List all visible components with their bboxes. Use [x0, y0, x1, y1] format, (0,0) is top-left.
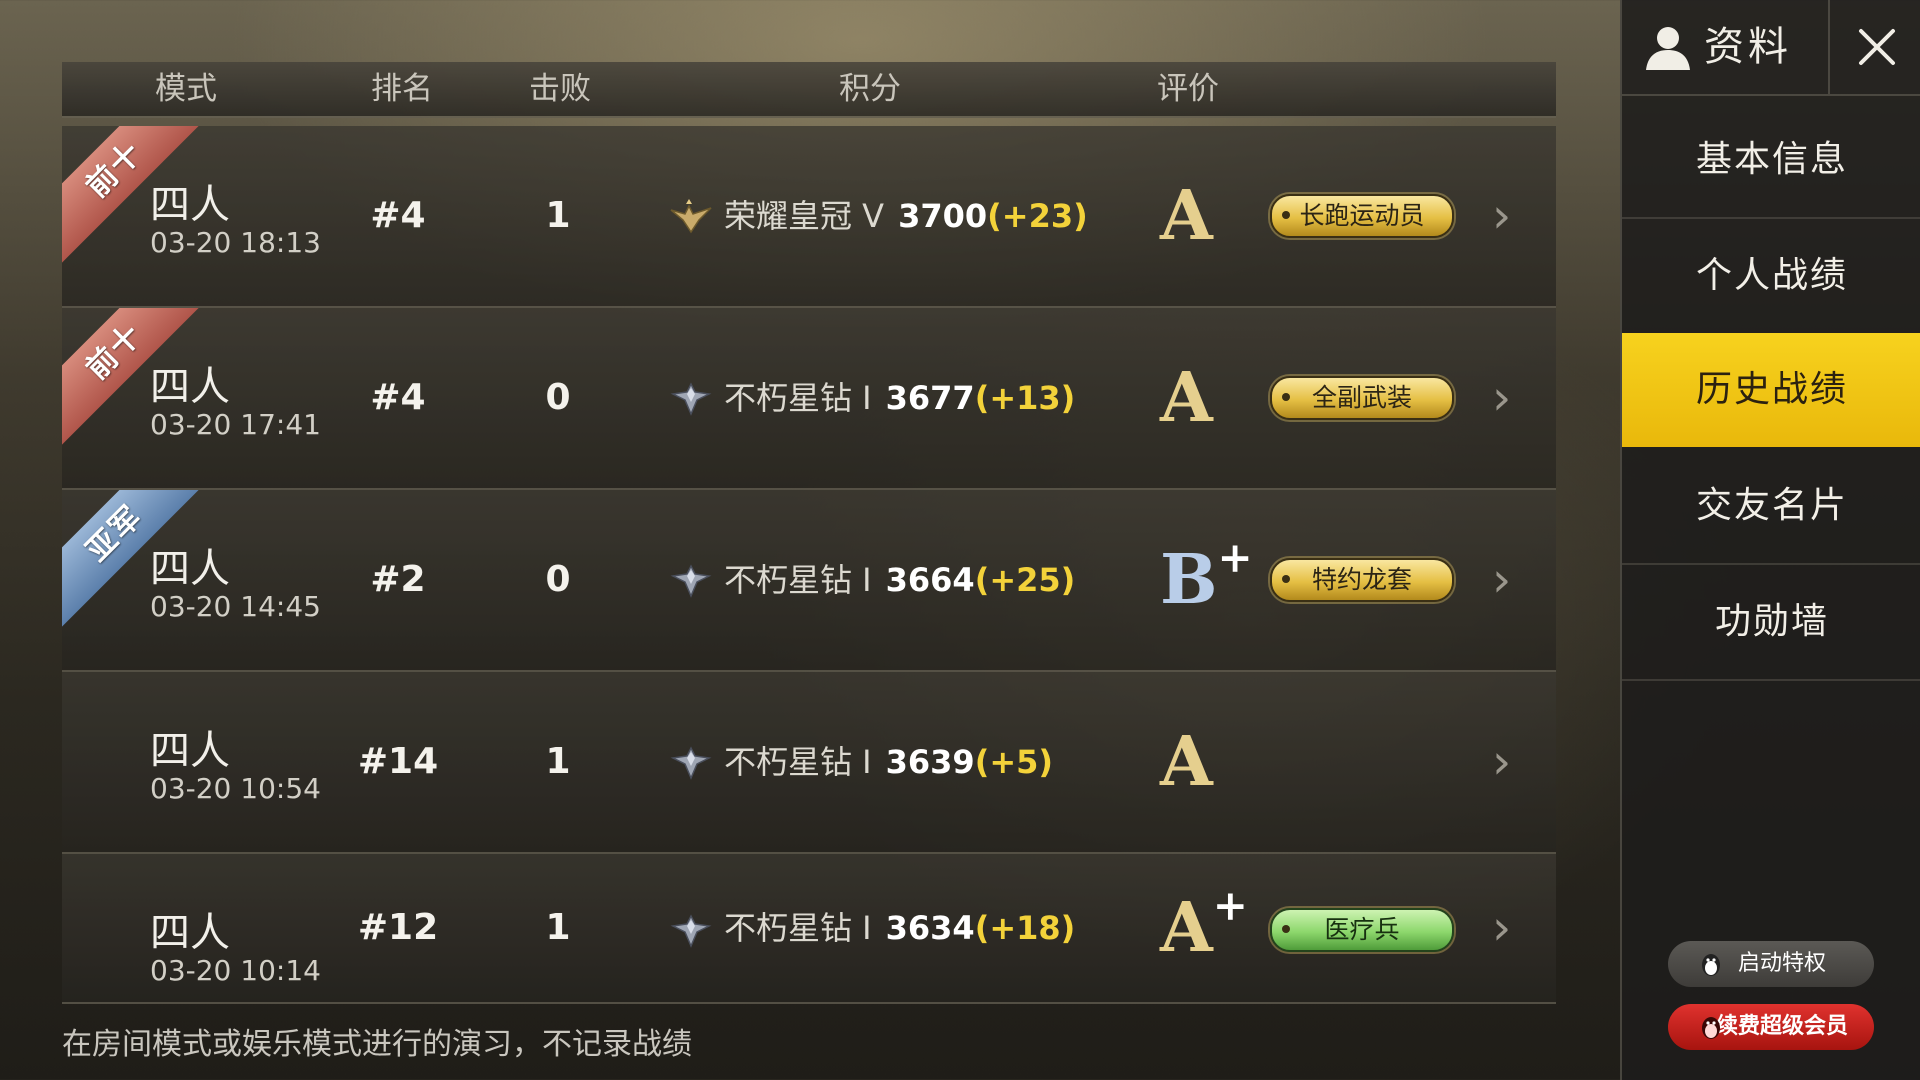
- grade-plus: +: [1217, 533, 1253, 582]
- grade-letter: A: [1160, 722, 1213, 802]
- tier-points: 3664: [885, 561, 975, 599]
- match-time: 03-20 18:13: [150, 226, 321, 259]
- points-delta: (+23): [987, 197, 1088, 235]
- tier-name: 不朽星钻 I: [724, 561, 872, 599]
- match-mode: 四人: [150, 728, 230, 774]
- table-header: 模式 排名 击败 积分 评价: [62, 62, 1556, 118]
- title-badge: 长跑运动员: [1270, 194, 1454, 238]
- sidebar-item-honor-wall[interactable]: 功勋墙: [1622, 565, 1920, 681]
- diamond-wings-icon: [670, 564, 712, 598]
- diamond-wings-icon: [670, 914, 712, 948]
- tier-name: 不朽星钻 I: [724, 909, 872, 947]
- sidebar-item-personal-stats[interactable]: 个人战绩: [1622, 219, 1920, 335]
- renew-super-vip-label: 续费超级会员: [1715, 1014, 1848, 1039]
- match-rank: #2: [370, 559, 426, 600]
- chevron-right-icon[interactable]: ›: [1492, 672, 1511, 852]
- grade-plus: +: [1212, 881, 1248, 930]
- match-kills: 1: [545, 195, 571, 236]
- match-rank: #12: [357, 907, 439, 948]
- match-grade: A: [1160, 308, 1213, 488]
- history-notice: 在房间模式或娱乐模式进行的演习，不记录战绩: [62, 1027, 692, 1062]
- match-mode: 四人: [150, 182, 230, 228]
- profile-title: 资料: [1622, 0, 1828, 94]
- match-kills: 1: [545, 741, 571, 782]
- title-badge: 医疗兵: [1270, 908, 1454, 952]
- match-history-panel: 模式 排名 击败 积分 评价 前十 四人 03-20 18:13 #4 1 荣耀…: [62, 62, 1556, 1006]
- match-kills: 0: [545, 377, 571, 418]
- points-delta: (+18): [974, 909, 1076, 947]
- match-rank: #14: [357, 741, 439, 782]
- match-row[interactable]: 四人 03-20 10:14 #12 1 不朽星钻 I 3634(+18) A+ …: [62, 854, 1556, 1004]
- match-time: 03-20 17:41: [150, 408, 321, 441]
- sidebar-item-friend-card[interactable]: 交友名片: [1622, 449, 1920, 565]
- tier-score: 不朽星钻 I 3634(+18): [724, 854, 1075, 1002]
- match-kills: 0: [545, 559, 571, 600]
- person-icon: [1646, 27, 1690, 70]
- close-icon: [1859, 29, 1895, 65]
- penguin-icon: [1702, 1017, 1720, 1039]
- match-row[interactable]: 前十 四人 03-20 18:13 #4 1 荣耀皇冠 V 3700(+23) A…: [62, 126, 1556, 308]
- tier-name: 荣耀皇冠 V: [724, 197, 885, 235]
- tier-score: 不朽星钻 I 3677(+13): [724, 308, 1075, 488]
- title-badge: 特约龙套: [1270, 558, 1454, 602]
- points-delta: (+5): [974, 743, 1054, 781]
- chevron-right-icon[interactable]: ›: [1492, 490, 1511, 670]
- match-time: 03-20 10:14: [150, 954, 321, 987]
- tier-score: 不朽星钻 I 3664(+25): [724, 490, 1075, 670]
- renew-super-vip-button[interactable]: 续费超级会员: [1668, 1004, 1874, 1050]
- grade-letter: A: [1160, 176, 1213, 256]
- profile-sidebar: 资料 基本信息 个人战绩 历史战绩 交友名片 功勋墙 启动特权 续费超级会员: [1620, 0, 1920, 1080]
- match-time: 03-20 14:45: [150, 590, 321, 623]
- title-badge: 全副武装: [1270, 376, 1454, 420]
- grade-letter: A: [1160, 358, 1213, 438]
- column-mode: 模式: [155, 71, 217, 107]
- match-rank: #4: [370, 377, 426, 418]
- launch-privilege-label: 启动特权: [1737, 951, 1826, 976]
- match-row[interactable]: 前十 四人 03-20 17:41 #4 0 不朽星钻 I 3677(+13) A…: [62, 308, 1556, 490]
- points-delta: (+25): [974, 561, 1076, 599]
- tier-points: 3634: [885, 909, 975, 947]
- tier-score: 不朽星钻 I 3639(+5): [724, 672, 1053, 852]
- column-rating: 评价: [1157, 71, 1219, 107]
- tier-name: 不朽星钻 I: [724, 379, 872, 417]
- match-time: 03-20 10:54: [150, 772, 321, 805]
- chevron-right-icon[interactable]: ›: [1492, 126, 1511, 306]
- match-row[interactable]: 亚军 四人 03-20 14:45 #2 0 不朽星钻 I 3664(+25) B…: [62, 490, 1556, 672]
- match-grade: A: [1160, 126, 1213, 306]
- sidebar-title: 资料: [1704, 24, 1792, 70]
- column-score: 积分: [839, 71, 901, 107]
- tier-score: 荣耀皇冠 V 3700(+23): [724, 126, 1088, 306]
- sidebar-item-match-history[interactable]: 历史战绩: [1622, 333, 1920, 447]
- match-grade: A: [1160, 672, 1213, 852]
- tier-name: 不朽星钻 I: [724, 743, 872, 781]
- match-grade: B+: [1160, 490, 1253, 670]
- match-kills: 1: [545, 907, 571, 948]
- column-kills: 击败: [529, 71, 591, 107]
- points-delta: (+13): [974, 379, 1076, 417]
- tier-points: 3700: [898, 197, 988, 235]
- penguin-icon: [1702, 954, 1720, 976]
- match-rank: #4: [370, 195, 426, 236]
- crown-wings-icon: [670, 199, 712, 234]
- sidebar-header: 资料: [1622, 0, 1920, 96]
- column-rank: 排名: [371, 71, 433, 107]
- grade-letter: B: [1160, 540, 1218, 620]
- match-mode: 四人: [150, 910, 230, 956]
- match-mode: 四人: [150, 546, 230, 592]
- launch-privilege-button[interactable]: 启动特权: [1668, 941, 1874, 987]
- diamond-wings-icon: [670, 382, 712, 416]
- close-button[interactable]: [1828, 0, 1920, 94]
- tier-points: 3677: [885, 379, 975, 417]
- sidebar-item-basic-info[interactable]: 基本信息: [1622, 103, 1920, 219]
- match-row[interactable]: 四人 03-20 10:54 #14 1 不朽星钻 I 3639(+5) A ›: [62, 672, 1556, 854]
- chevron-right-icon[interactable]: ›: [1492, 308, 1511, 488]
- chevron-right-icon[interactable]: ›: [1492, 854, 1511, 1002]
- tier-points: 3639: [885, 743, 975, 781]
- match-list: 前十 四人 03-20 18:13 #4 1 荣耀皇冠 V 3700(+23) A…: [62, 126, 1556, 1004]
- match-grade: A+: [1160, 854, 1248, 1002]
- match-mode: 四人: [150, 364, 230, 410]
- grade-letter: A: [1160, 888, 1213, 968]
- diamond-wings-icon: [670, 746, 712, 780]
